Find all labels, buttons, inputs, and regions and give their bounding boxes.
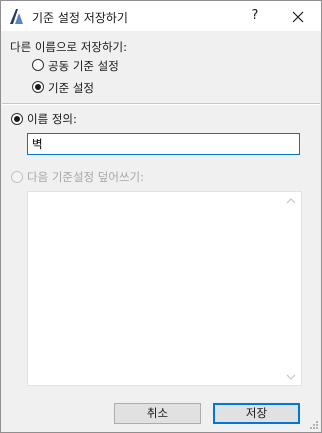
radio-favorites[interactable] bbox=[32, 81, 44, 93]
title-bar[interactable]: 기준 설정 저장하기 ? bbox=[1, 1, 321, 31]
radio-common-favorites-label[interactable]: 공동 기준 설정 bbox=[48, 58, 119, 74]
save-button[interactable]: 저장 bbox=[213, 403, 300, 424]
window-title: 기준 설정 저장하기 bbox=[32, 11, 128, 25]
name-input[interactable] bbox=[27, 133, 300, 155]
radio-common-favorites[interactable] bbox=[32, 59, 44, 71]
radio-overwrite[interactable] bbox=[11, 171, 23, 183]
define-name-label[interactable]: 이름 정의: bbox=[27, 111, 77, 127]
favorites-list[interactable] bbox=[27, 191, 302, 386]
radio-favorites-label[interactable]: 기준 설정 bbox=[48, 80, 94, 96]
save-favorites-dialog: 기준 설정 저장하기 ? 다른 이름으로 저장하기: 공동 기준 설정 기준 설… bbox=[0, 0, 322, 433]
resize-grip-icon[interactable] bbox=[307, 420, 319, 432]
archicad-app-icon bbox=[10, 9, 23, 24]
overwrite-label: 다음 기준설정 덮어쓰기: bbox=[27, 170, 144, 184]
close-icon[interactable] bbox=[284, 6, 312, 28]
section-divider bbox=[2, 103, 320, 105]
scroll-down-arrow-icon[interactable] bbox=[284, 372, 298, 382]
help-button[interactable]: ? bbox=[241, 5, 269, 27]
cancel-button[interactable]: 취소 bbox=[114, 403, 201, 424]
save-as-label: 다른 이름으로 저장하기: bbox=[10, 40, 127, 54]
radio-define-name[interactable] bbox=[11, 113, 23, 125]
scroll-up-arrow-icon[interactable] bbox=[284, 196, 298, 206]
